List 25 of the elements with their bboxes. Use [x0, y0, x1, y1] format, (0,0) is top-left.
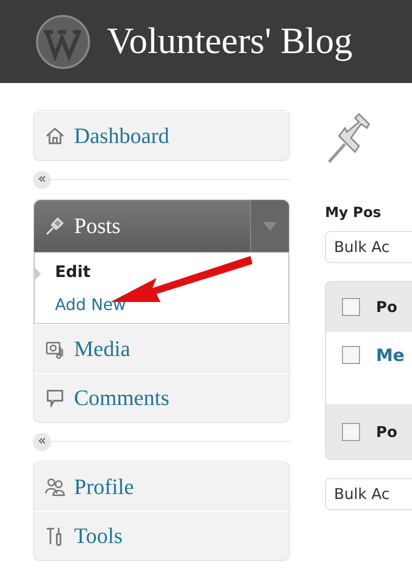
- home-icon: [44, 125, 66, 147]
- menu-item[interactable]: Tools: [34, 511, 289, 560]
- wordpress-logo-icon[interactable]: [35, 14, 91, 70]
- collapse-button[interactable]: «: [33, 171, 51, 189]
- comment-icon: [44, 387, 66, 409]
- pushpin-icon: [44, 215, 66, 237]
- submenu-item[interactable]: Edit: [35, 259, 288, 284]
- submenu-item[interactable]: Add New: [35, 292, 288, 317]
- bulk-actions-dropdown[interactable]: Bulk Ac: [325, 231, 412, 263]
- section-heading: My Pos: [325, 205, 382, 221]
- menu-item[interactable]: Dashboard: [34, 111, 289, 160]
- menu-item[interactable]: Media: [34, 324, 289, 373]
- post-title-link[interactable]: Me: [376, 346, 404, 366]
- checkbox[interactable]: [342, 346, 360, 364]
- column-header[interactable]: Po: [376, 298, 398, 316]
- menu-item[interactable]: Comments: [34, 373, 289, 422]
- column-header[interactable]: Po: [376, 422, 398, 440]
- collapse-button[interactable]: «: [33, 433, 51, 451]
- checkbox[interactable]: [342, 422, 360, 440]
- menu-item[interactable]: Profile: [34, 462, 289, 511]
- people-icon: [44, 476, 66, 498]
- menu-toggle-button[interactable]: [250, 200, 289, 252]
- checkbox[interactable]: [342, 298, 360, 316]
- bulk-actions-dropdown[interactable]: Bulk Ac: [325, 478, 412, 510]
- site-title[interactable]: Volunteers' Blog: [107, 20, 352, 63]
